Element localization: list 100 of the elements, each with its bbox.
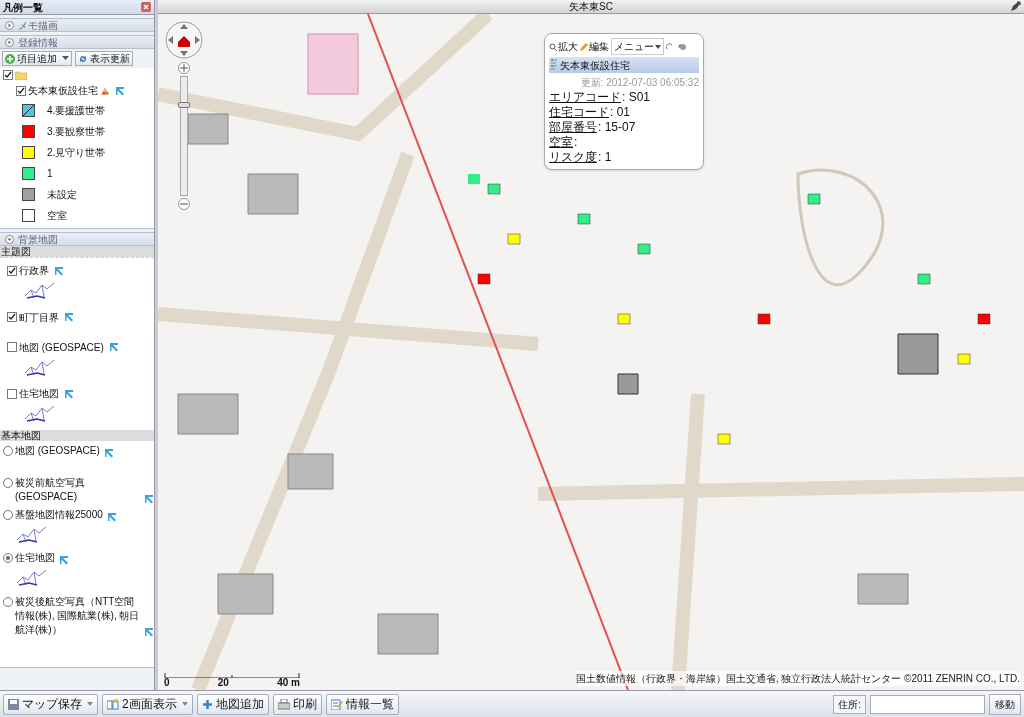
- minus-icon: [180, 200, 188, 208]
- legend-label: 4.要援護世帯: [47, 104, 106, 118]
- radio-button[interactable]: [3, 596, 13, 607]
- pencil-icon: [580, 42, 588, 51]
- updated-timestamp: 更新: 2012-07-03 06:05:32: [579, 76, 699, 90]
- checked-checkbox[interactable]: [3, 70, 13, 80]
- layer-label: 地図 (GEOSPACE): [15, 443, 100, 458]
- layer-label: 矢本東仮設住宅: [28, 84, 98, 98]
- panel-title: 凡例一覧: [3, 0, 43, 15]
- link-icon[interactable]: [108, 342, 119, 352]
- plus-icon: [180, 64, 188, 72]
- radio-button[interactable]: [3, 445, 13, 456]
- legend-label: 1: [47, 167, 53, 181]
- checkbox[interactable]: [7, 342, 17, 352]
- scale-label: 20: [217, 678, 229, 688]
- collapse-icon[interactable]: [5, 234, 14, 244]
- section-header[interactable]: 背景地図: [0, 232, 154, 246]
- layer-label: 町丁目界: [19, 310, 59, 325]
- field-value: : S01: [622, 90, 651, 105]
- scale-label: 40 m: [277, 678, 300, 688]
- collapse-icon[interactable]: [5, 37, 14, 47]
- layer-label: 被災後航空写真（NTT空間情報(株), 国際航業(株), 朝日航洋(株)）: [15, 594, 140, 637]
- toolbar-button[interactable]: マップ保存: [3, 693, 98, 715]
- address-label: 住所:: [833, 694, 866, 714]
- map-title: 矢本東SC: [569, 0, 613, 14]
- toolbar-button[interactable]: 印刷: [272, 693, 322, 715]
- checked-checkbox[interactable]: [7, 312, 17, 322]
- field-value: : 01: [610, 105, 630, 120]
- layer-label: 行政界: [19, 264, 49, 278]
- legend-icon: [551, 59, 557, 71]
- toolbar-button[interactable]: 地図追加: [196, 693, 269, 715]
- scale-bar-icon: [164, 673, 300, 678]
- link-icon[interactable]: [144, 493, 154, 504]
- legend-label: 2.見守り世帯: [47, 146, 106, 160]
- layer-label: 被災前航空写真 (GEOSPACE): [15, 475, 86, 504]
- zoom-slider-thumb[interactable]: [178, 102, 190, 108]
- add-item-button[interactable]: 項目追加: [2, 51, 72, 66]
- group-header: 主題図: [0, 246, 154, 257]
- toolbar-button[interactable]: 情報一覧: [325, 693, 399, 715]
- link-icon[interactable]: [115, 85, 125, 96]
- zoom-slider[interactable]: [180, 76, 188, 196]
- legend-label: 3.要観察世帯: [47, 125, 106, 139]
- section-title: メモ描画: [18, 18, 58, 33]
- address-field[interactable]: [870, 694, 985, 714]
- caret-icon: [655, 44, 661, 49]
- split-view-icon: [107, 698, 119, 710]
- layer-label: 住宅地図: [15, 551, 55, 565]
- field-link[interactable]: 住宅コード: [549, 105, 609, 120]
- save-icon: [8, 698, 19, 710]
- plus-icon: [5, 53, 15, 64]
- field-link[interactable]: 空室: [549, 135, 573, 150]
- checked-checkbox[interactable]: [16, 85, 26, 96]
- refresh-button[interactable]: 表示更新: [75, 51, 133, 66]
- popup-title: 矢本東仮設住宅: [560, 58, 630, 73]
- field-value: :: [574, 135, 578, 150]
- legend-label: 空室: [47, 209, 67, 223]
- go-button[interactable]: 移動: [989, 693, 1021, 715]
- group-header: 基本地図: [0, 429, 154, 441]
- legend-label: 未設定: [47, 188, 77, 202]
- selected-radio-button[interactable]: [3, 553, 13, 563]
- layer-label: 地図 (GEOSPACE): [19, 340, 104, 355]
- edit-link[interactable]: 編集: [580, 39, 609, 54]
- list-icon: [330, 698, 343, 710]
- refresh-icon: [78, 53, 88, 64]
- map-attribution: 国土数値情報（行政界・海岸線）国土交通省, 独立行政法人統計センター ©2011 ZENRIN CO., LTD.: [575, 671, 1020, 686]
- field-value: : 15-07: [598, 120, 636, 135]
- field-link[interactable]: エリアコード: [549, 90, 621, 105]
- section-header[interactable]: 登録情報: [0, 35, 154, 49]
- link-icon[interactable]: [64, 312, 74, 322]
- radio-button[interactable]: [3, 509, 13, 520]
- magnifier-icon: [549, 42, 557, 51]
- link-icon[interactable]: [59, 555, 69, 565]
- close-icon[interactable]: [141, 2, 151, 12]
- printer-icon: [277, 698, 290, 710]
- link-icon[interactable]: [103, 447, 114, 458]
- expand-icon[interactable]: [5, 20, 14, 30]
- checked-checkbox[interactable]: [7, 265, 17, 276]
- popup-actions-icon[interactable]: [666, 42, 686, 51]
- link-icon[interactable]: [64, 388, 74, 399]
- layer-label: 住宅地図: [19, 387, 59, 401]
- link-icon[interactable]: [106, 511, 117, 522]
- section-title: 背景地図: [18, 232, 58, 247]
- pan-control-icon[interactable]: [164, 20, 204, 60]
- section-header[interactable]: メモ描画: [0, 18, 154, 32]
- toolbar-button[interactable]: 2画面表示: [102, 693, 193, 715]
- radio-button[interactable]: [3, 477, 13, 488]
- link-icon[interactable]: [54, 265, 64, 276]
- section-title: 登録情報: [18, 35, 58, 50]
- zoom-link[interactable]: 拡大: [549, 39, 578, 54]
- scale-label: 0: [164, 678, 170, 688]
- link-icon[interactable]: [144, 626, 154, 637]
- field-link[interactable]: 部屋番号: [549, 120, 597, 135]
- layer-label: 基盤地図情報25000: [15, 507, 103, 522]
- shapes-icon: [100, 85, 110, 96]
- folder-icon: [15, 70, 27, 80]
- field-value: : 1: [598, 150, 612, 165]
- plus-icon: [201, 698, 213, 710]
- field-link[interactable]: リスク度: [549, 150, 597, 165]
- checkbox[interactable]: [7, 388, 17, 399]
- menu-dropdown[interactable]: メニュー: [611, 38, 664, 55]
